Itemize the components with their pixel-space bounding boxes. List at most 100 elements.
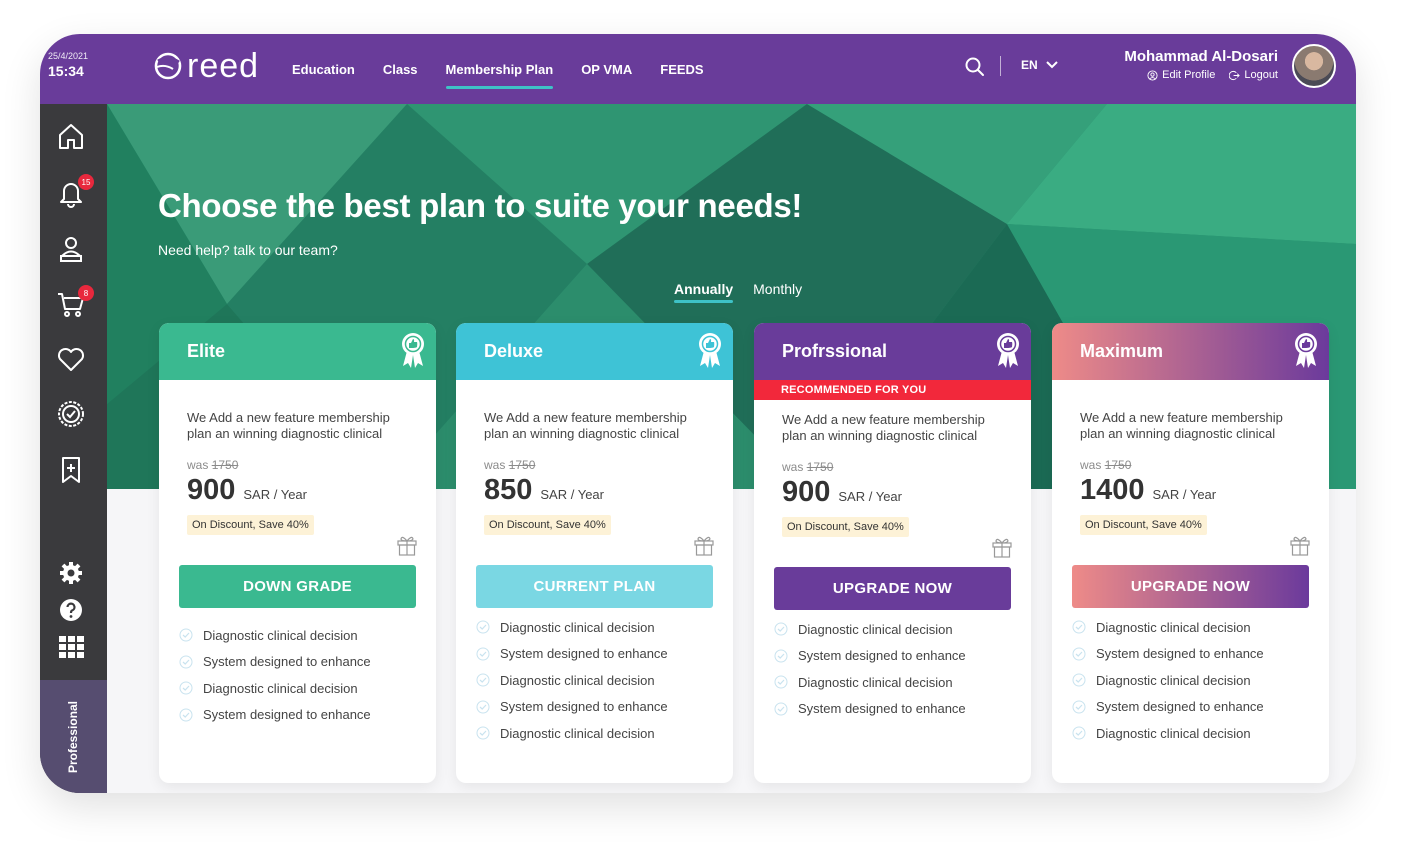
gear-icon[interactable] [56,558,86,588]
datetime: 25/4/2021 15:34 [48,51,98,79]
notification-badge: 15 [78,174,94,190]
cart-badge: 8 [78,285,94,301]
discount-badge: On Discount, Save 40% [484,515,611,535]
check-circle-icon [476,620,490,634]
logo[interactable]: reed [153,48,259,84]
feature-label: System designed to enhance [1096,646,1264,662]
check-circle-icon [1072,673,1086,687]
discount-badge: On Discount, Save 40% [782,517,909,537]
feature-label: Diagnostic clinical decision [500,672,655,688]
date-label: 25/4/2021 [48,51,89,61]
language-selector[interactable]: EN [1021,58,1058,72]
heart-icon[interactable] [56,344,86,374]
teacher-icon[interactable] [56,234,86,264]
check-circle-icon [179,628,193,642]
feature-label: System designed to enhance [203,707,371,723]
old-price: was 1750 [1080,458,1309,472]
old-price-value: 1750 [1104,458,1132,472]
edit-profile-label: Edit Profile [1162,69,1216,81]
check-circle-icon [476,700,490,714]
user-name: Mohammad Al-Dosari [1124,48,1278,65]
list-item: Diagnostic clinical decision [476,614,733,641]
plan-indicator[interactable]: Professional [40,680,107,793]
plan-description: We Add a new feature membership plan an … [782,412,985,443]
page-title: Choose the best plan to suite your needs… [158,187,803,224]
plan-description: We Add a new feature membership plan an … [1080,410,1283,441]
gift-icon[interactable] [991,536,1013,558]
plan-body: We Add a new feature membership plan an … [1052,380,1329,556]
feature-label: System designed to enhance [798,701,966,717]
certificate-check-icon[interactable] [56,399,86,429]
cart-icon[interactable]: 8 [56,285,94,319]
feature-label: Diagnostic clinical decision [1096,725,1251,741]
list-item: System designed to enhance [774,696,1031,723]
edit-profile-link[interactable]: Edit Profile [1147,69,1215,81]
gift-icon[interactable] [693,534,715,556]
nav-op-vma[interactable]: OP VMA [581,58,632,81]
help-icon[interactable] [56,595,86,625]
plan-card-maximum: Maximum We Add a new feature membership … [1052,323,1329,783]
plan-name: Profrssional [782,341,888,361]
plan-body: We Add a new feature membership plan an … [754,400,1031,558]
feature-label: Diagnostic clinical decision [203,627,358,643]
gift-icon[interactable] [396,534,418,556]
apps-grid-icon[interactable] [56,632,86,662]
tab-monthly[interactable]: Monthly [753,281,802,303]
old-price-value: 1750 [806,460,834,474]
plan-price: 1400 [1080,474,1145,506]
upgrade-now-button[interactable]: UPGRADE NOW [774,567,1011,610]
old-price-value: 1750 [211,458,239,472]
list-item: Diagnostic clinical decision [1072,720,1329,747]
plan-header: Maximum [1052,323,1329,380]
plan-description: We Add a new feature membership plan an … [187,410,390,441]
price-unit: SAR / Year [540,487,604,502]
list-item: Diagnostic clinical decision [774,669,1031,696]
search-icon[interactable] [964,56,986,78]
check-circle-icon [476,647,490,661]
feature-label: System designed to enhance [798,648,966,664]
discount-badge: On Discount, Save 40% [1080,515,1207,535]
list-item: Diagnostic clinical decision [1072,614,1329,641]
was-label: was [1080,458,1102,472]
feature-list: Diagnostic clinical decision System desi… [456,614,733,747]
check-circle-icon [179,681,193,695]
list-item: Diagnostic clinical decision [1072,667,1329,694]
nav-membership-plan[interactable]: Membership Plan [445,58,553,89]
nav-education[interactable]: Education [292,58,355,81]
time-label: 15:34 [48,63,84,79]
feature-label: Diagnostic clinical decision [500,619,655,635]
gift-icon[interactable] [1289,534,1311,556]
old-price-value: 1750 [508,458,536,472]
feature-label: Diagnostic clinical decision [798,621,953,637]
downgrade-button[interactable]: DOWN GRADE [179,565,416,608]
award-icon [997,333,1019,368]
check-circle-icon [774,622,788,636]
language-label: EN [1021,58,1038,72]
avatar[interactable] [1292,44,1336,88]
logo-ring-icon [154,52,182,80]
plan-body: We Add a new feature membership plan an … [456,380,733,556]
billing-toggle: Annually Monthly [674,281,802,303]
current-plan-button[interactable]: CURRENT PLAN [476,565,713,608]
logout-link[interactable]: Logout [1229,69,1278,81]
price-unit: SAR / Year [243,487,307,502]
tab-annually[interactable]: Annually [674,281,734,303]
nav-feeds[interactable]: FEEDS [660,58,703,81]
old-price: was 1750 [782,460,1011,474]
bookmark-add-icon[interactable] [56,455,86,485]
nav-class[interactable]: Class [383,58,418,81]
award-icon [699,333,721,368]
list-item: System designed to enhance [774,643,1031,670]
bell-icon[interactable]: 15 [56,174,94,208]
plan-indicator-label: Professional [66,700,81,773]
discount-badge: On Discount, Save 40% [187,515,314,535]
help-link[interactable]: Need help? talk to our team? [158,242,338,258]
feature-label: Diagnostic clinical decision [1096,672,1251,688]
feature-label: Diagnostic clinical decision [500,725,655,741]
plan-description: We Add a new feature membership plan an … [484,410,687,441]
check-circle-icon [1072,620,1086,634]
feature-label: System designed to enhance [203,654,371,670]
list-item: System designed to enhance [179,702,436,729]
home-icon[interactable] [56,121,86,151]
upgrade-now-button[interactable]: UPGRADE NOW [1072,565,1309,608]
